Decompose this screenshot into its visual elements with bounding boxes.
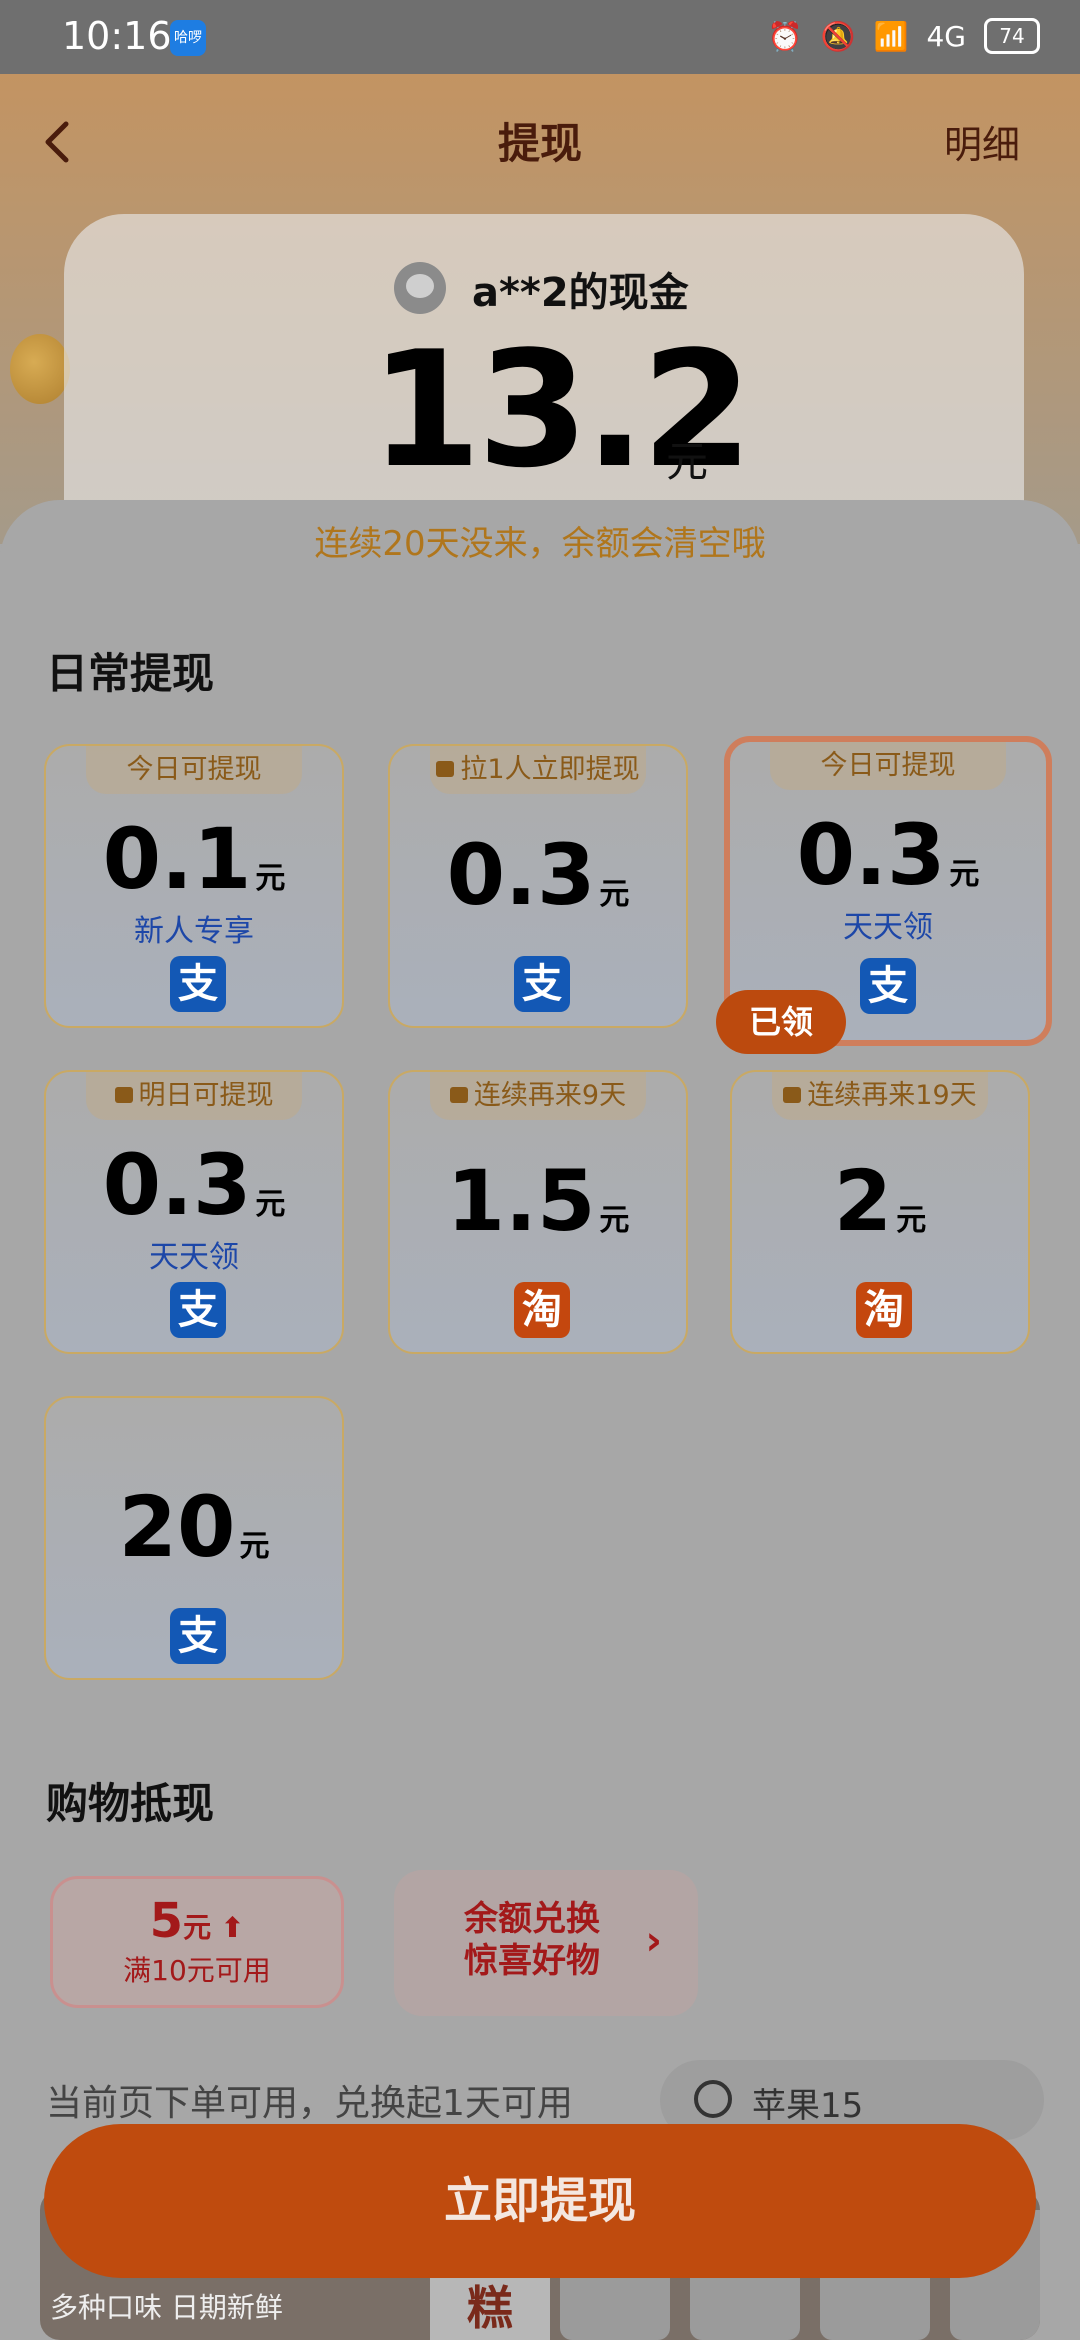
exchange-line1: 余额兑换 [464, 1899, 600, 1939]
alarm-icon: ⏰ [767, 19, 803, 53]
tile-amount: 20 元 [118, 1478, 270, 1576]
arrow-up-icon: ⬆ [211, 1911, 245, 1944]
alipay-icon: 支 [170, 956, 226, 1012]
tile-tag: 连续再来9天 [430, 1072, 646, 1120]
claimed-badge: 已领 [716, 990, 846, 1054]
lock-icon [783, 1087, 802, 1103]
shopping-section-title: 购物抵现 [46, 1779, 215, 1828]
withdraw-tile[interactable]: 连续再来9天 1.5 元 淘 [388, 1070, 688, 1354]
voucher-amount: 5元 ⬆ [149, 1893, 245, 1949]
avatar [394, 262, 446, 314]
tile-subtitle: 天天领 [149, 1240, 239, 1275]
voucher-condition: 满10元可用 [123, 1954, 271, 1987]
search-icon [694, 2080, 732, 2118]
status-bar: 10:16 哈啰 ⏰ 🔕 📶 4G 74 [0, 0, 1080, 74]
tile-tag: 明日可提现 [86, 1072, 302, 1120]
tile-amount: 0.3 元 [102, 1136, 286, 1234]
page-title: 提现 [497, 119, 582, 168]
app-badge-icon: 哈啰 [170, 20, 206, 56]
lock-icon [449, 1087, 468, 1103]
cash-unit: 元 [666, 437, 709, 486]
lock-icon [114, 1087, 133, 1103]
withdraw-tile[interactable]: 连续再来19天 2元 淘 [730, 1070, 1030, 1354]
lock-icon [436, 761, 455, 777]
tile-tag: 今日可提现 [770, 742, 1006, 790]
tile-amount: 0.1 元 [102, 810, 286, 908]
taobao-icon: 淘 [514, 1282, 570, 1338]
exchange-line2: 惊喜好物 [464, 1941, 600, 1981]
cash-owner-label: a**2的现金 [472, 270, 689, 316]
withdraw-tile[interactable]: 20 元 支 [44, 1396, 344, 1680]
wifi-icon: 📶 [873, 19, 909, 53]
tile-tag: 连续再来19天 [772, 1072, 988, 1120]
withdraw-now-button[interactable]: 立即提现 [44, 2124, 1036, 2278]
taobao-icon: 淘 [856, 1282, 912, 1338]
exchange-button[interactable]: 余额兑换 惊喜好物 › [394, 1870, 698, 2016]
alipay-icon: 支 [860, 958, 916, 1014]
tile-amount: 2元 [833, 1152, 927, 1250]
detail-link[interactable]: 明细 [944, 114, 1020, 169]
search-text: 苹果15 [752, 2086, 864, 2126]
battery-icon: 74 [984, 18, 1040, 54]
withdraw-tile[interactable]: 拉1人立即提现 0.3 元 支 [388, 744, 688, 1028]
status-time: 10:16 [62, 14, 172, 58]
withdraw-tile[interactable]: 今日可提现 0.1 元 新人专享 支 [44, 744, 344, 1028]
mute-icon: 🔕 [820, 19, 856, 53]
voucher-card[interactable]: 5元 ⬆ 满10元可用 [50, 1876, 344, 2008]
status-icons: ⏰ 🔕 📶 4G 74 [768, 18, 1040, 54]
banner-caption: 多种口味 日期新鲜 [50, 2291, 283, 2324]
expiry-warning: 连续20天没来，余额会清空哦 [314, 524, 766, 564]
network-label: 4G [926, 19, 966, 53]
alipay-icon: 支 [170, 1608, 226, 1664]
withdraw-tile[interactable]: 明日可提现 0.3 元 天天领 支 [44, 1070, 344, 1354]
alipay-icon: 支 [170, 1282, 226, 1338]
tile-amount: 0.3 元 [446, 826, 630, 924]
shopping-note: 当前页下单可用，兑换起1天可用 [46, 2083, 573, 2124]
coin-decoration [10, 334, 70, 404]
tile-subtitle: 天天领 [843, 910, 933, 945]
chevron-right-icon: › [645, 1918, 662, 1964]
tile-amount: 1.5 元 [446, 1152, 630, 1250]
tile-subtitle: 新人专享 [134, 914, 254, 949]
tile-tag: 拉1人立即提现 [430, 746, 646, 794]
tile-amount: 0.3 元 [796, 806, 980, 904]
daily-section-title: 日常提现 [46, 649, 215, 698]
tile-tag: 今日可提现 [86, 746, 302, 794]
alipay-icon: 支 [514, 956, 570, 1012]
